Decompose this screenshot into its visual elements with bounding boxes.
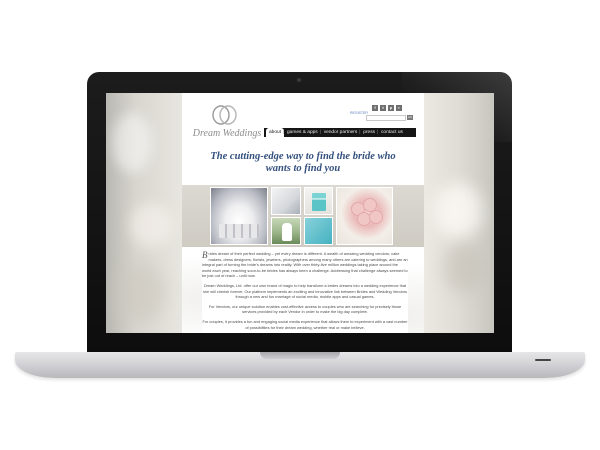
wedding-cake-photo[interactable] bbox=[304, 187, 333, 215]
search-bar: GO bbox=[366, 115, 413, 121]
twitter-icon[interactable]: t bbox=[380, 105, 386, 111]
background-photo-right bbox=[424, 93, 494, 333]
nav-games-apps[interactable]: games & apps bbox=[283, 128, 321, 137]
turquoise-decor-photo[interactable] bbox=[304, 217, 333, 245]
nav-vendor-partners[interactable]: vendor partners bbox=[320, 128, 361, 137]
nav-contact-us[interactable]: contact us bbox=[377, 128, 406, 137]
sleep-indicator-light bbox=[535, 359, 551, 361]
rss-icon[interactable]: r bbox=[396, 105, 402, 111]
intro-content: Brides dream of their perfect wedding – … bbox=[202, 251, 408, 333]
wedding-rings-icon bbox=[212, 105, 237, 125]
logo-text: Dream Weddings bbox=[192, 128, 262, 139]
platform-paragraph: Dream Weddings, Ltd. offer our own brand… bbox=[202, 282, 408, 300]
page-headline: The cutting-edge way to find the bride w… bbox=[182, 151, 424, 175]
photo-gallery bbox=[182, 185, 424, 247]
couple-photo[interactable] bbox=[271, 217, 301, 245]
pinterest-icon[interactable]: p bbox=[388, 105, 394, 111]
facebook-icon[interactable]: f bbox=[372, 105, 378, 111]
website-page: Dream Weddings REGISTER f t p r GO about… bbox=[182, 93, 424, 333]
lid-open-notch bbox=[260, 352, 340, 359]
bouquet-photo[interactable] bbox=[336, 187, 393, 245]
intro-paragraph: Brides dream of their perfect wedding – … bbox=[202, 250, 408, 279]
headline-line-1: The cutting-edge way to find the bride w… bbox=[210, 151, 396, 162]
social-links: f t p r bbox=[372, 105, 402, 111]
search-input[interactable] bbox=[366, 115, 406, 121]
background-photo-left bbox=[106, 93, 182, 333]
main-nav: about games & apps vendor partners press… bbox=[264, 128, 416, 137]
vendors-paragraph: For Vendors, our unique solution enables… bbox=[208, 303, 402, 315]
invitation-photo[interactable] bbox=[271, 187, 301, 215]
site-logo[interactable]: Dream Weddings bbox=[192, 104, 262, 144]
headline-line-2: wants to find you bbox=[265, 163, 341, 174]
drop-cap: B bbox=[202, 250, 208, 260]
search-button[interactable]: GO bbox=[407, 115, 413, 120]
nav-press[interactable]: press bbox=[359, 128, 378, 137]
webcam bbox=[297, 78, 301, 82]
reception-table-photo[interactable] bbox=[210, 187, 268, 245]
nav-about[interactable]: about bbox=[266, 128, 285, 137]
laptop-screen: Dream Weddings REGISTER f t p r GO about… bbox=[106, 93, 494, 333]
couples-paragraph: For couples, it provides a fun and engag… bbox=[202, 318, 408, 330]
